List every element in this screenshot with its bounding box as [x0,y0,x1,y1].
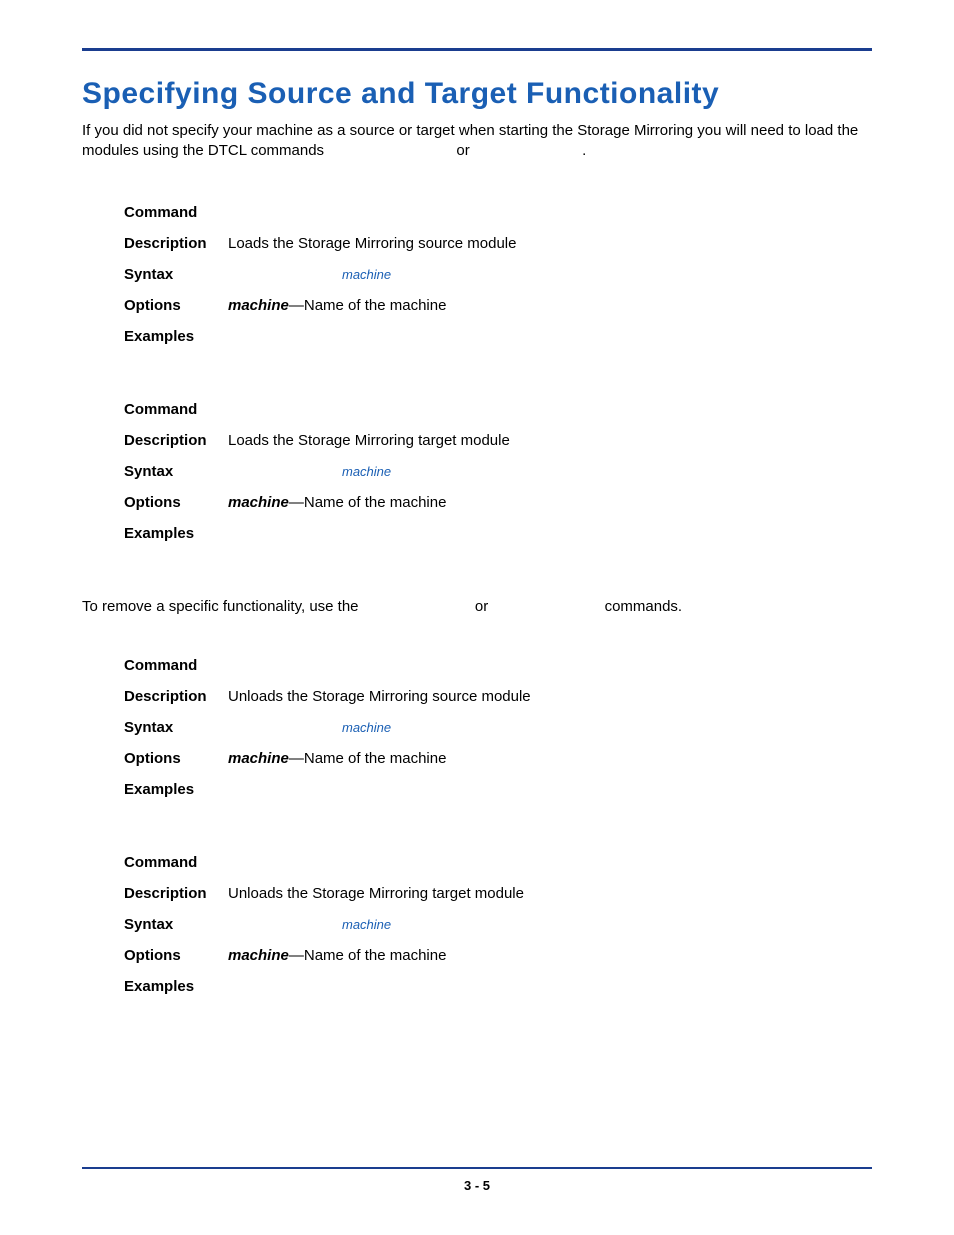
command-block: Command Description Loads the Storage Mi… [124,401,872,542]
mid-end: commands. [605,598,683,615]
option-variable: machine [228,297,289,314]
label-description: Description [124,885,228,902]
option-variable: machine [228,494,289,511]
syntax-variable: machine [342,464,391,479]
label-options: Options [124,947,228,964]
label-syntax: Syntax [124,916,228,933]
label-examples: Examples [124,978,228,995]
label-command: Command [124,657,228,674]
label-syntax: Syntax [124,266,228,283]
command-block: Command Description Unloads the Storage … [124,854,872,995]
value-description: Loads the Storage Mirroring source modul… [228,235,872,252]
label-description: Description [124,688,228,705]
value-options: machine—Name of the machine [228,297,872,314]
bottom-rule [82,1167,872,1169]
label-examples: Examples [124,525,228,542]
label-options: Options [124,494,228,511]
mid-text-a: To remove a specific functionality, use … [82,598,359,615]
command-block: Command Description Loads the Storage Mi… [124,204,872,345]
label-syntax: Syntax [124,463,228,480]
command-block: Command Description Unloads the Storage … [124,657,872,798]
label-examples: Examples [124,328,228,345]
intro-paragraph: If you did not specify your machine as a… [82,121,872,162]
page-number: 3 - 5 [0,1178,954,1193]
syntax-variable: machine [342,720,391,735]
intro-end: . [582,142,586,159]
value-description: Unloads the Storage Mirroring target mod… [228,885,872,902]
label-command: Command [124,204,228,221]
option-rest: —Name of the machine [289,494,447,511]
syntax-variable: machine [342,267,391,282]
value-description: Unloads the Storage Mirroring source mod… [228,688,872,705]
page-title: Specifying Source and Target Functionali… [82,77,872,111]
option-rest: —Name of the machine [289,947,447,964]
label-description: Description [124,432,228,449]
intro-or: or [456,142,469,159]
top-rule [82,48,872,51]
value-description: Loads the Storage Mirroring target modul… [228,432,872,449]
value-options: machine—Name of the machine [228,947,872,964]
label-options: Options [124,750,228,767]
label-command: Command [124,401,228,418]
label-command: Command [124,854,228,871]
value-options: machine—Name of the machine [228,494,872,511]
option-variable: machine [228,947,289,964]
syntax-variable: machine [342,917,391,932]
option-variable: machine [228,750,289,767]
label-syntax: Syntax [124,719,228,736]
mid-paragraph: To remove a specific functionality, use … [82,598,872,615]
option-rest: —Name of the machine [289,297,447,314]
mid-or: or [475,598,488,615]
option-rest: —Name of the machine [289,750,447,767]
label-examples: Examples [124,781,228,798]
label-description: Description [124,235,228,252]
intro-text-a: If you did not specify your machine as a… [82,122,858,159]
value-options: machine—Name of the machine [228,750,872,767]
label-options: Options [124,297,228,314]
